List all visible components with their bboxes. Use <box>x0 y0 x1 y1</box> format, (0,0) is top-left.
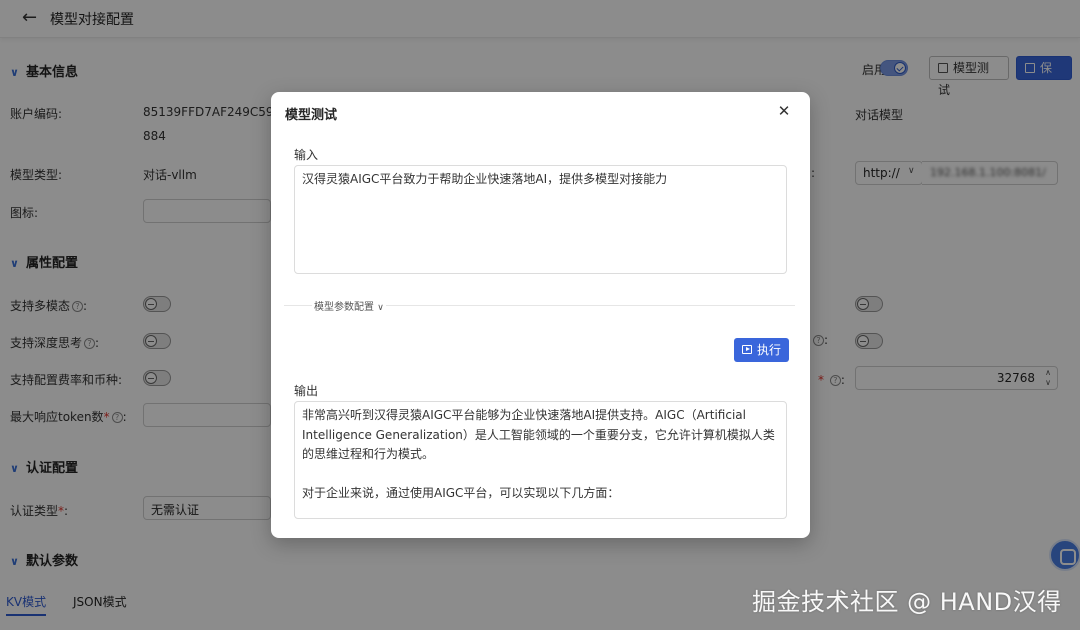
execute-label: 执行 <box>757 343 782 357</box>
output-label: 输出 <box>294 384 319 398</box>
model-params-label: 模型参数配置 <box>314 302 374 313</box>
execute-button[interactable]: 执行 <box>734 338 789 362</box>
watermark: 掘金技术社区 @ HAND汉得 <box>752 588 1062 616</box>
output-textarea[interactable]: 非常高兴听到汉得灵猿AIGC平台能够为企业快速落地AI提供支持。AIGC（Art… <box>294 401 787 519</box>
play-icon <box>742 345 752 354</box>
input-textarea[interactable]: 汉得灵猿AIGC平台致力于帮助企业快速落地AI，提供多模型对接能力 <box>294 165 787 274</box>
dialog-title: 模型测试 <box>285 108 338 123</box>
close-icon[interactable]: ✕ <box>777 103 791 119</box>
model-params-toggle[interactable]: 模型参数配置 ∨ <box>312 298 386 313</box>
output-text: 非常高兴听到汉得灵猿AIGC平台能够为企业快速落地AI提供支持。AIGC（Art… <box>302 408 775 500</box>
model-test-dialog: 模型测试 ✕ 输入 汉得灵猿AIGC平台致力于帮助企业快速落地AI，提供多模型对… <box>271 92 810 538</box>
input-label: 输入 <box>294 148 319 162</box>
input-text: 汉得灵猿AIGC平台致力于帮助企业快速落地AI，提供多模型对接能力 <box>302 172 668 186</box>
chevron-down-icon: ∨ <box>377 303 384 313</box>
